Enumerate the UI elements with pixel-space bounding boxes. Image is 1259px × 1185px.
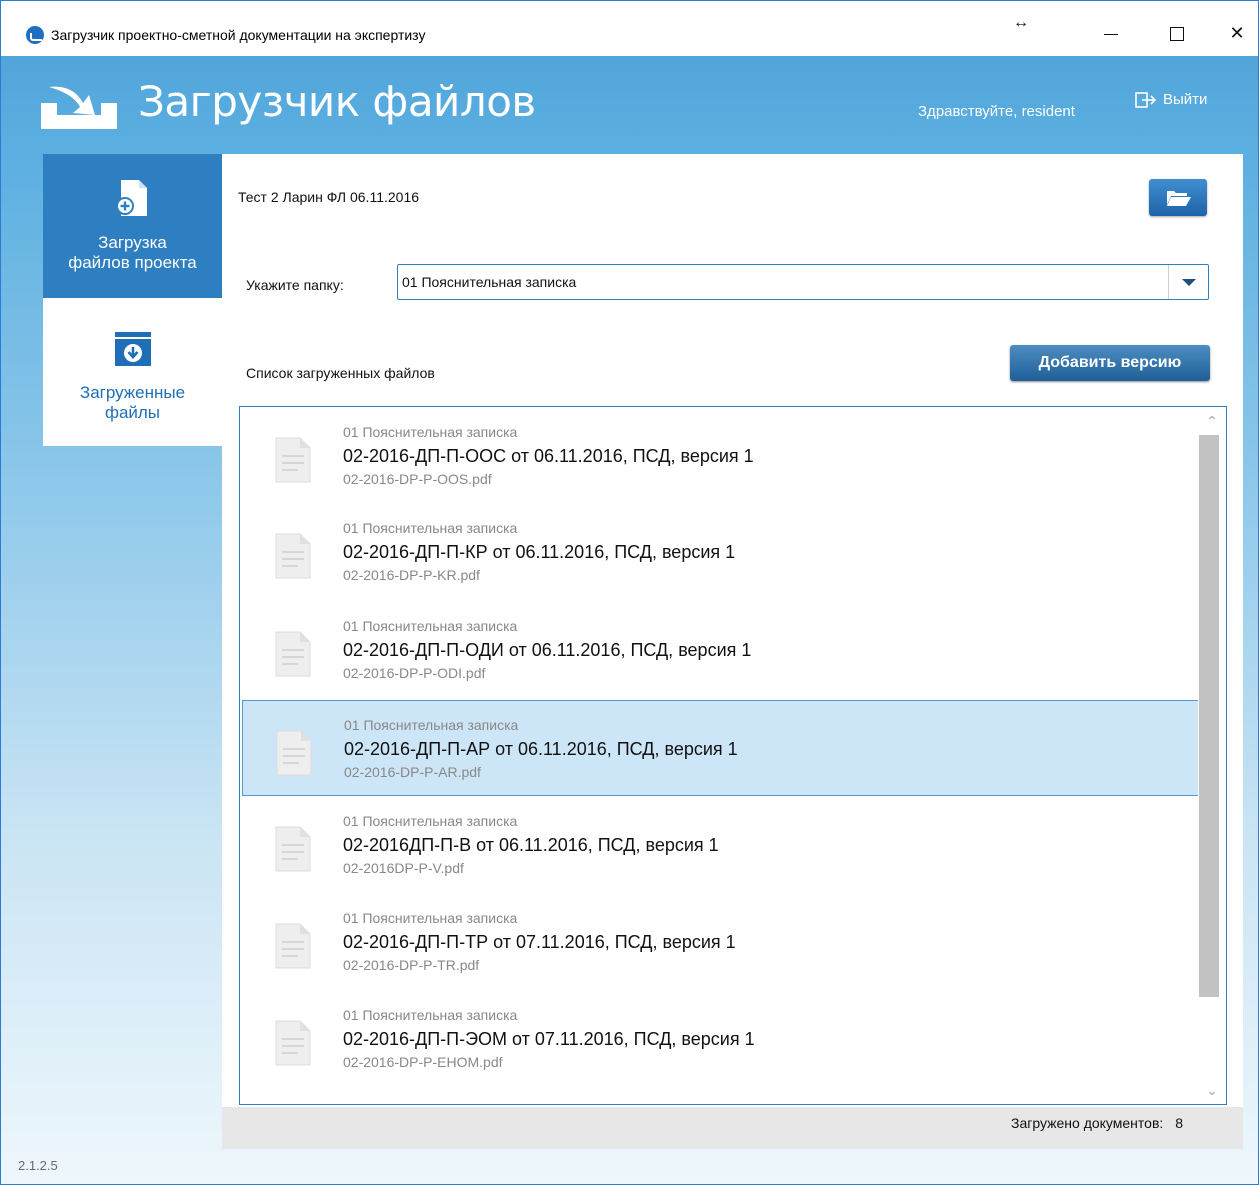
- list-item-folder: 01 Пояснительная записка: [344, 717, 519, 733]
- list-item-filename: 02-2016-DP-P-TR.pdf: [343, 957, 480, 973]
- app-version: 2.1.2.5: [18, 1158, 58, 1173]
- list-item-title: 02-2016-ДП-П-ОДИ от 06.11.2016, ПСД, вер…: [343, 640, 752, 660]
- list-item-folder: 01 Пояснительная записка: [343, 424, 518, 440]
- document-icon: [275, 826, 311, 872]
- list-item[interactable]: 01 Пояснительная записка 02-2016-ДП-П-КР …: [242, 504, 1200, 600]
- list-item[interactable]: 01 Пояснительная записка 02-2016-ДП-П-ТР …: [242, 894, 1200, 990]
- list-item-title: 02-2016ДП-П-В от 06.11.2016, ПСД, версия…: [343, 835, 719, 855]
- folder-select-value: 01 Пояснительная записка: [402, 274, 577, 290]
- document-icon: [275, 631, 311, 677]
- folder-label: Укажите папку:: [246, 277, 344, 293]
- project-name: Тест 2 Ларин ФЛ 06.11.2016: [238, 189, 420, 205]
- list-item-filename: 02-2016-DP-P-KR.pdf: [343, 567, 480, 583]
- scrollbar-thumb[interactable]: [1199, 435, 1219, 997]
- app-window: Загрузчик проектно-сметной документации …: [0, 0, 1259, 1185]
- sidebar-item-label: Загрузка файлов проекта: [68, 233, 197, 272]
- scroll-up-icon[interactable]: ⌃: [1198, 407, 1226, 435]
- file-list-title: Список загруженных файлов: [246, 365, 435, 381]
- sidebar-item-upload[interactable]: Загрузка файлов проекта: [43, 154, 222, 298]
- list-item-title: 02-2016-ДП-П-АР от 06.11.2016, ПСД, верс…: [344, 739, 738, 759]
- window-title: Загрузчик проектно-сметной документации …: [51, 27, 426, 43]
- document-icon: [275, 437, 311, 483]
- list-item-folder: 01 Пояснительная записка: [343, 1007, 518, 1023]
- vertical-scrollbar[interactable]: ⌃ ⌄: [1198, 407, 1226, 1104]
- document-icon: [275, 533, 311, 579]
- chevron-down-icon[interactable]: [1168, 265, 1208, 299]
- add-version-button[interactable]: Добавить версию: [1010, 345, 1210, 381]
- sidebar-item-label: Загруженные файлы: [79, 383, 186, 422]
- list-item-filename: 02-2016-DP-P-OOS.pdf: [343, 471, 492, 487]
- file-add-icon: [115, 180, 147, 216]
- list-item[interactable]: 01 Пояснительная записка 02-2016-ДП-П-ОДИ…: [242, 602, 1200, 698]
- folder-select[interactable]: 01 Пояснительная записка: [397, 264, 1209, 300]
- list-item[interactable]: 01 Пояснительная записка 02-2016-ДП-П-АР …: [242, 700, 1200, 796]
- folder-download-icon: [114, 332, 151, 366]
- list-item[interactable]: 01 Пояснительная записка 02-2016-ДП-П-ООС…: [242, 408, 1200, 504]
- document-count: Загружено документов: 8: [1011, 1115, 1183, 1131]
- list-item-title: 02-2016-ДП-П-КР от 06.11.2016, ПСД, верс…: [343, 542, 736, 562]
- document-icon: [276, 730, 312, 776]
- minimize-button[interactable]: [1081, 13, 1141, 53]
- list-item-folder: 01 Пояснительная записка: [343, 618, 518, 634]
- list-item-filename: 02-2016-DP-P-ODI.pdf: [343, 665, 486, 681]
- list-item-title: 02-2016-ДП-П-ЭОМ от 07.11.2016, ПСД, вер…: [343, 1029, 755, 1049]
- user-greeting: Здравствуйте, resident: [918, 103, 1075, 120]
- app-heading: Загрузчик файлов: [138, 77, 536, 126]
- list-item-folder: 01 Пояснительная записка: [343, 813, 518, 829]
- logout-icon: [1135, 91, 1157, 108]
- upload-logo-icon: [41, 86, 117, 129]
- open-folder-icon: [1167, 191, 1191, 206]
- list-item-filename: 02-2016DP-P-V.pdf: [343, 860, 464, 876]
- list-item-filename: 02-2016-DP-P-AR.pdf: [344, 764, 481, 780]
- list-item-filename: 02-2016-DP-P-EHOM.pdf: [343, 1054, 503, 1070]
- resize-indicator-icon: ↔: [1013, 14, 1029, 31]
- list-item[interactable]: 01 Пояснительная записка 02-2016ДП-П-В от…: [242, 797, 1200, 893]
- open-folder-button[interactable]: [1149, 179, 1207, 216]
- logout-button[interactable]: Выйти: [1135, 91, 1207, 108]
- list-item-title: 02-2016-ДП-П-ТР от 07.11.2016, ПСД, верс…: [343, 932, 736, 952]
- file-list: 01 Пояснительная записка 02-2016-ДП-П-ООС…: [239, 406, 1227, 1105]
- list-item-folder: 01 Пояснительная записка: [343, 910, 518, 926]
- close-button[interactable]: ✕: [1207, 13, 1258, 53]
- list-item-title: 02-2016-ДП-П-ООС от 06.11.2016, ПСД, вер…: [343, 446, 754, 466]
- document-icon: [275, 1020, 311, 1066]
- document-count-label: Загружено документов:: [1011, 1115, 1164, 1131]
- list-item[interactable]: 01 Пояснительная записка 02-2016-ДП-П-ЭОМ…: [242, 991, 1200, 1087]
- logout-label: Выйти: [1163, 91, 1208, 108]
- maximize-button[interactable]: [1147, 13, 1207, 53]
- document-count-value: 8: [1175, 1115, 1183, 1131]
- app-logo-icon: [26, 26, 44, 44]
- title-bar: Загрузчик проектно-сметной документации …: [1, 1, 1258, 56]
- scroll-down-icon[interactable]: ⌄: [1198, 1076, 1226, 1104]
- list-item-folder: 01 Пояснительная записка: [343, 520, 518, 536]
- sidebar-item-uploaded-files[interactable]: Загруженные файлы: [43, 298, 222, 446]
- document-icon: [275, 923, 311, 969]
